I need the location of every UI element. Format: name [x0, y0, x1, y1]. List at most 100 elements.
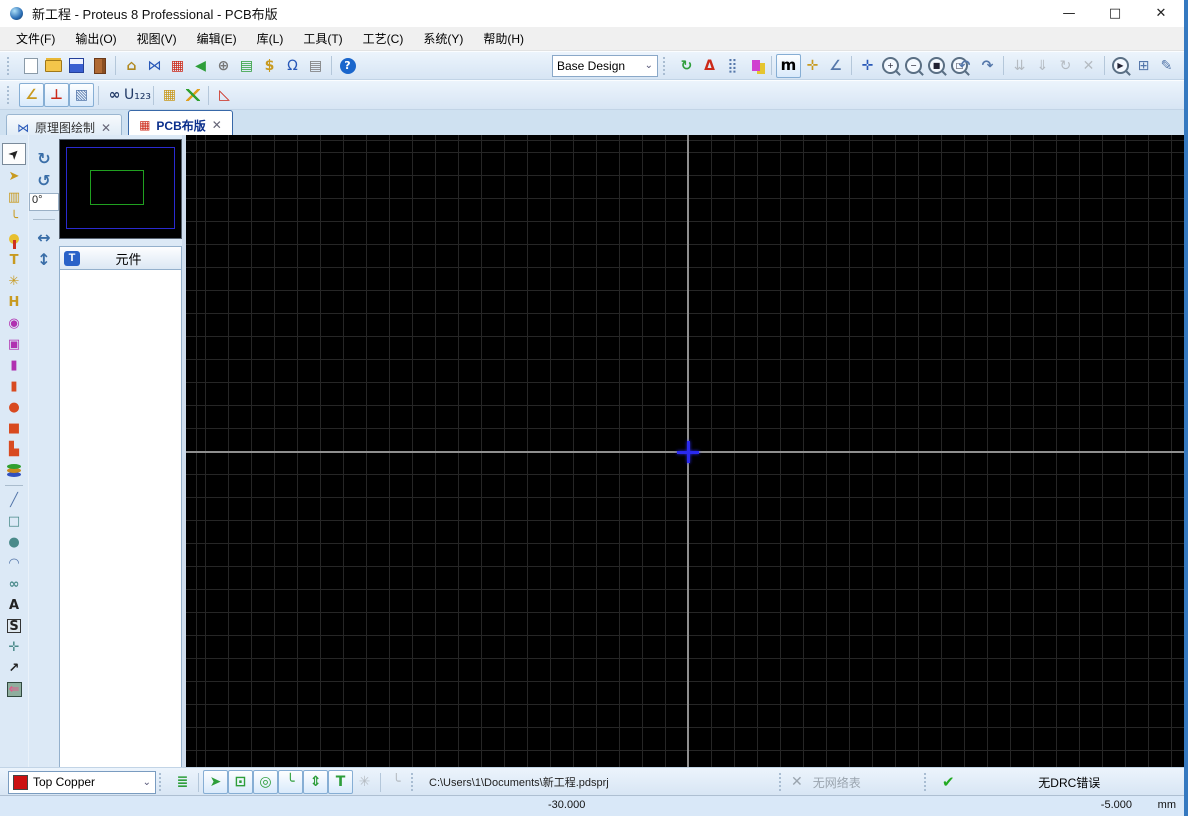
flip-horizontal-icon[interactable]: ↔ [32, 226, 56, 248]
rotate-anticlockwise-icon[interactable]: ↺ [32, 169, 56, 191]
rotation-angle-field[interactable]: 0° [29, 193, 59, 211]
metric-toggle-icon[interactable]: m [776, 54, 801, 78]
zone-mode-icon[interactable]: T [3, 250, 25, 270]
auto-annotate-icon[interactable]: U₁₂₃ [126, 84, 149, 106]
via-mode-icon[interactable] [3, 229, 25, 249]
board-edge-mode-icon[interactable]: ⇐ [3, 679, 25, 699]
marker-2d-icon[interactable]: ✛ [3, 637, 25, 657]
connectivity-mode-icon[interactable]: H [3, 292, 25, 312]
redraw-icon[interactable]: ↻ [675, 55, 698, 77]
undo-icon[interactable]: ↶ [953, 55, 976, 77]
project-notes-icon[interactable]: ▤ [304, 55, 327, 77]
search-tag-icon[interactable]: ∞ [103, 84, 126, 106]
zone-filter-icon[interactable]: T [328, 770, 353, 794]
design-combo[interactable]: Base Design ⌄ [552, 55, 658, 77]
dimension-mode-icon[interactable]: ↗ [3, 658, 25, 678]
menu-tools[interactable]: 工具(T) [293, 27, 352, 50]
components-tab-button[interactable]: T [64, 251, 80, 266]
layer-colours-icon[interactable] [744, 55, 767, 77]
component-filter-icon[interactable]: ➤ [203, 770, 228, 794]
arc-2d-icon[interactable]: ◠ [3, 553, 25, 573]
box-2d-icon[interactable]: □ [3, 511, 25, 531]
close-button[interactable]: ✕ [1138, 0, 1184, 27]
text-2d-icon[interactable]: A [3, 595, 25, 615]
save-project-icon[interactable] [65, 55, 88, 77]
pcb-layout-icon[interactable]: ▦ [166, 55, 189, 77]
square-pad-icon[interactable]: ▣ [3, 334, 25, 354]
symbol-2d-icon[interactable]: S [3, 616, 25, 636]
rotate-clockwise-icon[interactable]: ↻ [32, 147, 56, 169]
zoom-all-icon[interactable]: ■ [925, 55, 948, 77]
trace-angle-lock-icon[interactable]: ∠ [19, 83, 44, 107]
pad-filter-icon[interactable]: ⊡ [228, 770, 253, 794]
menu-library[interactable]: 库(L) [247, 27, 294, 50]
zoom-out-icon[interactable]: − [902, 55, 925, 77]
auto-track-necking-icon[interactable]: ⊥ [44, 83, 69, 107]
settings-wand-icon[interactable]: ✎ [1155, 55, 1178, 77]
electrical-rule-check-icon[interactable]: Ω [281, 55, 304, 77]
ratsnest-mode-icon[interactable]: ✳ [3, 271, 25, 291]
selection-mode-icon[interactable]: ➤ [2, 143, 26, 165]
track-mode-icon[interactable]: ╰ [3, 208, 25, 228]
menu-system[interactable]: 系统(Y) [413, 27, 473, 50]
menu-help[interactable]: 帮助(H) [473, 27, 534, 50]
pan-icon[interactable]: ✛ [856, 55, 879, 77]
maximize-button[interactable]: □ [1092, 0, 1138, 27]
design-explorer-icon[interactable]: ▤ [235, 55, 258, 77]
package-mode-icon[interactable]: ▥ [3, 187, 25, 207]
orientation-controls: ↻ ↺ 0° ↔ ↕ [29, 135, 59, 768]
pcb-canvas[interactable] [186, 135, 1184, 768]
polar-coordinates-icon[interactable]: ∠ [824, 55, 847, 77]
circle-2d-icon[interactable]: ● [3, 532, 25, 552]
close-tab-icon[interactable]: ✕ [212, 118, 222, 132]
bill-of-materials-icon[interactable]: $ [258, 55, 281, 77]
import-project-icon[interactable] [88, 55, 111, 77]
board-overview[interactable] [59, 139, 182, 239]
close-tab-icon[interactable]: ✕ [101, 121, 111, 135]
path-2d-icon[interactable]: ∞ [3, 574, 25, 594]
new-package-icon[interactable]: ⊞ [1132, 55, 1155, 77]
selection-filter-icon[interactable]: ▧ [69, 83, 94, 107]
minimize-button[interactable]: — [1046, 0, 1092, 27]
menu-technology[interactable]: 工艺(C) [353, 27, 414, 50]
home-page-icon[interactable]: ⌂ [120, 55, 143, 77]
zoom-in-icon[interactable]: + [879, 55, 902, 77]
layer-stack-icon[interactable]: ≣ [171, 771, 194, 793]
redo-icon[interactable]: ↷ [976, 55, 999, 77]
track-filter-icon[interactable]: ╰ [278, 770, 303, 794]
grid-toggle-icon[interactable]: ⣿ [721, 55, 744, 77]
menu-view[interactable]: 视图(V) [127, 27, 187, 50]
round-pad-icon[interactable]: ◉ [3, 313, 25, 333]
icon-glyph: ● [8, 401, 19, 414]
dil-pad-icon[interactable]: ▮ [3, 355, 25, 375]
edge-connector-pad-icon[interactable]: ▮ [3, 376, 25, 396]
component-mode-icon[interactable]: ➤ [3, 166, 25, 186]
auto-router-icon[interactable] [181, 84, 204, 106]
clearance-filter-icon[interactable]: ⇕ [303, 770, 328, 794]
menu-edit[interactable]: 编辑(E) [187, 27, 247, 50]
smt-round-pad-icon[interactable]: ● [3, 397, 25, 417]
help-icon[interactable]: ? [336, 55, 359, 77]
padstack-mode-icon[interactable] [3, 460, 25, 480]
components-list[interactable] [59, 270, 182, 768]
menu-output[interactable]: 输出(O) [65, 27, 126, 50]
via-filter-icon[interactable]: ◎ [253, 770, 278, 794]
smt-square-pad-icon[interactable]: ■ [3, 418, 25, 438]
smt-polygon-pad-icon[interactable]: ▙ [3, 439, 25, 459]
drc-status[interactable]: ✔ 无DRC错误 [936, 773, 1184, 791]
layer-selector[interactable]: Top Copper ⌄ [8, 771, 156, 794]
flip-vertical-icon[interactable]: ↕ [32, 248, 56, 270]
schematic-capture-icon[interactable]: ⋈ [143, 55, 166, 77]
open-project-icon[interactable] [42, 55, 65, 77]
new-project-icon[interactable] [19, 55, 42, 77]
zoom-to-part-icon[interactable]: ▶ [1109, 55, 1132, 77]
false-origin-icon[interactable]: ✛ [801, 55, 824, 77]
line-2d-icon[interactable]: ╱ [3, 490, 25, 510]
menu-file[interactable]: 文件(F) [6, 27, 65, 50]
auto-placer-icon[interactable]: ▦ [158, 84, 181, 106]
icon-glyph: ◉ [8, 317, 19, 330]
3d-visualizer-icon[interactable]: ◀ [189, 55, 212, 77]
gerber-viewer-icon[interactable]: ⊕ [212, 55, 235, 77]
flip-view-icon[interactable]: Δ [698, 55, 721, 77]
pre-production-check-icon[interactable]: ◺ [213, 84, 236, 106]
